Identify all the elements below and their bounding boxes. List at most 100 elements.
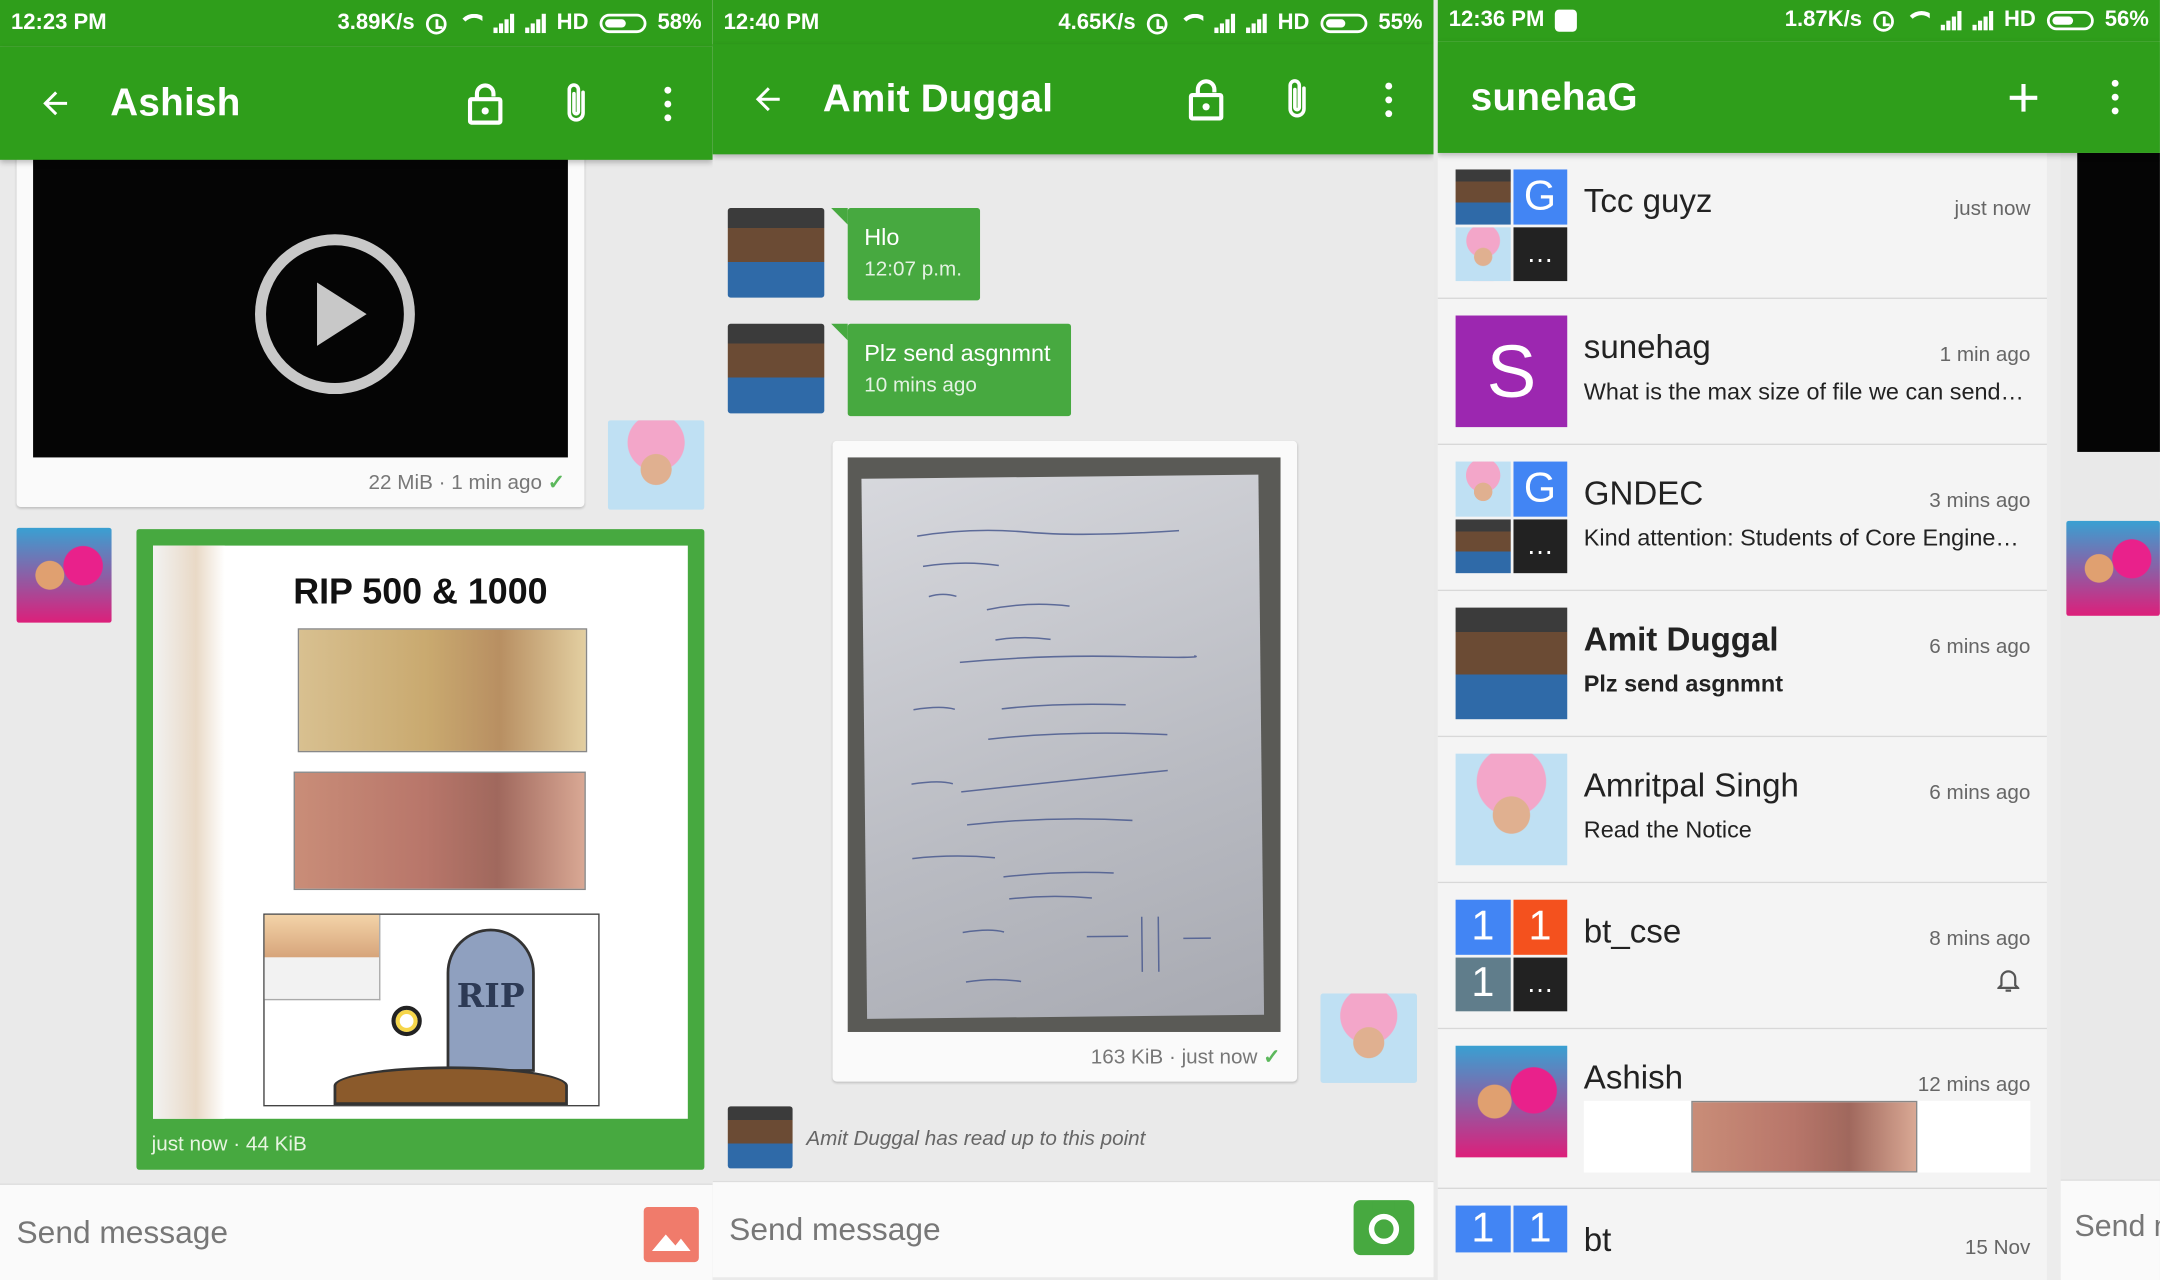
peek-input: Send m (2060, 1179, 2160, 1280)
handwriting-scribble (911, 529, 1211, 1027)
paper-note (861, 474, 1265, 1027)
conversation-row[interactable]: S sunehag What is the max size of file w… (1437, 298, 2047, 446)
group-avatar-letter: 1 (1512, 1205, 1568, 1253)
conversation-name: Amit Duggal (1583, 621, 1779, 659)
conversation-row[interactable]: G … GNDEC Kind attention: Students of Co… (1437, 445, 2047, 592)
avatar[interactable] (727, 323, 825, 414)
more-members-icon: … (1512, 226, 1568, 282)
attachment-icon (1288, 79, 1306, 118)
add-icon (2009, 83, 2038, 111)
arrow-back-icon (755, 87, 780, 112)
avatar[interactable] (16, 527, 112, 623)
hd-indicator: HD (1277, 11, 1310, 35)
alarm-icon (425, 13, 447, 34)
more-button[interactable] (2069, 41, 2160, 154)
avatar[interactable] (607, 420, 705, 510)
message-input[interactable]: Send message (0, 1183, 713, 1280)
attach-button[interactable] (531, 47, 622, 160)
group-avatar-letter: 1 (1455, 956, 1511, 1012)
conversation-name: Amritpal Singh (1583, 767, 1799, 805)
group-avatar: 1 1 1 … (1455, 899, 1568, 1012)
lock-button[interactable] (1161, 43, 1252, 156)
back-button[interactable] (0, 47, 110, 160)
lock-icon (1188, 79, 1224, 121)
hd-indicator: HD (2003, 8, 2036, 32)
group-avatar-letter: G (1512, 169, 1568, 224)
message-input-placeholder: Send message (16, 1213, 229, 1250)
read-receipt-avatar (727, 1106, 793, 1169)
banknote-1000 (293, 771, 586, 891)
conversation-name: Tcc guyz (1583, 183, 1713, 221)
wifi-icon (1904, 11, 1930, 30)
video-thumbnail[interactable] (33, 157, 568, 458)
toolbar: sunehaG (1437, 41, 2160, 154)
status-bar: 12:40 PM 4.65K/s HD 55% (712, 0, 1434, 47)
conversation-row[interactable]: G … Tcc guyz just now (1437, 152, 2047, 299)
chat-title: Ashish (110, 81, 241, 125)
conversation-time: 1 min ago (1939, 343, 2031, 367)
video-meta-text: 22 MiB · 1 min ago (368, 471, 543, 495)
banknote-500 (297, 628, 588, 753)
signal-icon (493, 13, 514, 34)
shared-image[interactable]: RIP 500 & 1000 RIP (153, 545, 688, 1119)
toolbar: Amit Duggal (712, 43, 1434, 156)
status-bar: 12:23 PM 3.89K/s HD 58% (0, 0, 713, 47)
conversation-row[interactable]: Amit Duggal Plz send asgnmnt 6 mins ago (1437, 591, 2047, 738)
conversation-row[interactable]: 1 1 bt 15 Nov (1437, 1189, 2047, 1280)
notification-icon (1555, 9, 1578, 32)
signal-icon (1214, 13, 1235, 34)
app-title: sunehaG (1470, 75, 1638, 118)
attach-button[interactable] (1252, 43, 1343, 156)
net-speed: 4.65K/s (1058, 11, 1136, 35)
group-avatar-letter: G (1512, 461, 1568, 516)
message-text: Plz send asgnmnt (864, 340, 1051, 367)
back-button[interactable] (713, 43, 823, 156)
signal-icon (1972, 11, 1993, 31)
more-button[interactable] (1343, 43, 1434, 156)
battery-icon (1320, 13, 1368, 34)
more-vert-icon (2111, 79, 2118, 115)
conversation-name: bt_cse (1583, 913, 1682, 951)
new-conversation-button[interactable] (1978, 41, 2069, 154)
net-speed: 1.87K/s (1784, 8, 1863, 32)
arrow-back-icon (43, 91, 68, 116)
peek-chat: Send m (2060, 152, 2160, 1280)
group-avatar-letter: 1 (1455, 1205, 1511, 1253)
video-message-card: 22 MiB · 1 min ago ✓ (16, 137, 585, 508)
avatar[interactable] (727, 208, 825, 298)
battery-icon (2046, 11, 2094, 31)
message-text: Hlo (864, 224, 900, 251)
conversation-row[interactable]: Amritpal Singh Read the Notice 6 mins ag… (1437, 737, 2047, 884)
chat-title: Amit Duggal (822, 77, 1054, 120)
chat-panel-ashish: 12:23 PM 3.89K/s HD 58% Ashish 22 MiB · … (0, 0, 713, 1280)
conversation-snippet: Plz send asgnmnt (1583, 670, 1784, 698)
gallery-button[interactable] (643, 1206, 699, 1263)
camera-button[interactable] (1353, 1200, 1415, 1256)
video-meta: 22 MiB · 1 min ago ✓ (368, 470, 566, 495)
conversation-row[interactable]: 1 1 1 … bt_cse 8 mins ago (1437, 883, 2047, 1030)
attachment-icon (567, 83, 585, 122)
more-members-icon: … (1512, 518, 1568, 574)
conversation-name: Ashish (1583, 1059, 1684, 1097)
conversation-time: 6 mins ago (1929, 635, 2031, 659)
conversation-row[interactable]: Ashish 12 mins ago (1437, 1029, 2047, 1190)
more-vert-icon (663, 86, 671, 121)
image-icon (651, 1234, 691, 1252)
hd-indicator: HD (556, 11, 589, 35)
more-members-icon: … (1512, 956, 1568, 1012)
group-avatar-letter: 1 (1455, 899, 1511, 955)
tombstone: RIP (446, 928, 535, 1072)
status-time: 12:23 PM (11, 11, 107, 35)
check-icon: ✓ (547, 471, 566, 495)
conversation-name: GNDEC (1583, 475, 1704, 513)
lock-button[interactable] (440, 47, 531, 160)
conversation-list: G … Tcc guyz just now S sunehag What is … (1437, 152, 2047, 1280)
battery-percent: 56% (2104, 8, 2149, 32)
camera-icon (1368, 1201, 1400, 1245)
message-input-placeholder: Send message (729, 1211, 941, 1247)
shared-photo[interactable] (847, 457, 1281, 1032)
avatar[interactable] (1320, 993, 1417, 1083)
more-button[interactable] (622, 47, 713, 160)
image-message-card: 163 KiB · just now ✓ (832, 440, 1298, 1082)
message-input[interactable]: Send message (712, 1180, 1434, 1278)
